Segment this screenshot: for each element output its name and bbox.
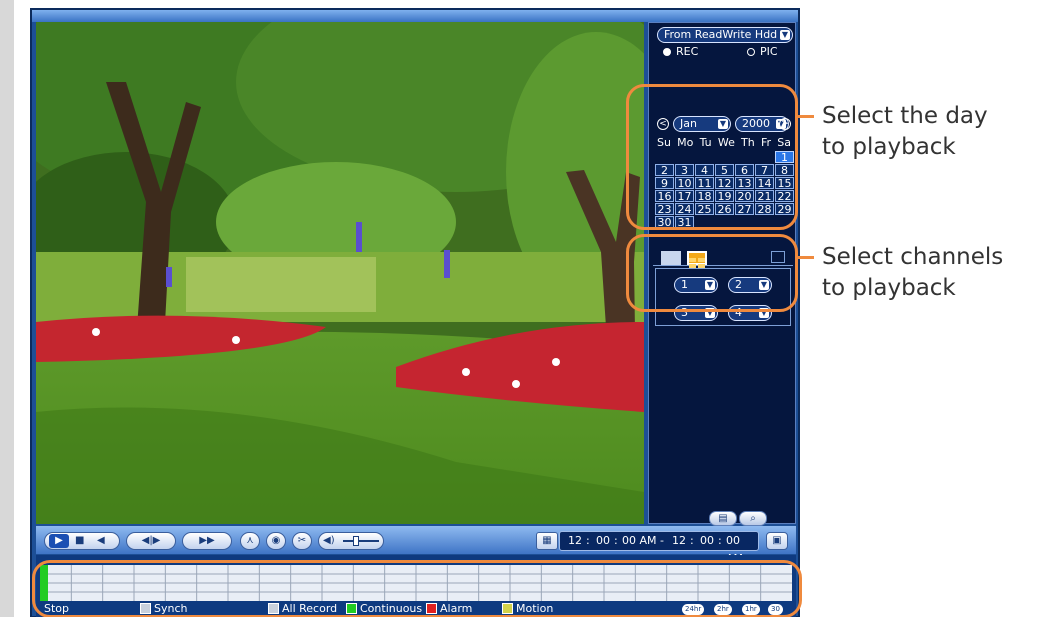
- time-sep: :: [586, 534, 590, 547]
- channels-callout-line1: Select channels: [822, 244, 1004, 270]
- clock-icon: ▦: [542, 535, 552, 546]
- rec-radio[interactable]: REC: [663, 45, 698, 58]
- time-sep: :: [614, 534, 618, 547]
- calendar-callout-text: Select the day to playback: [822, 101, 988, 163]
- backup-button[interactable]: ▣: [766, 532, 788, 550]
- start-second-ampm[interactable]: 00 AM: [622, 532, 657, 550]
- start-hour[interactable]: 12: [568, 532, 582, 550]
- scissors-icon: ✂: [297, 535, 307, 546]
- rec-label: REC: [676, 45, 699, 58]
- source-select[interactable]: From ReadWrite Hdd ▼: [657, 27, 793, 43]
- step-button[interactable]: ⋏: [240, 532, 260, 550]
- calendar-callout-line: [798, 115, 814, 118]
- play-stop-group: ▶ ■ ◀: [44, 532, 120, 550]
- channels-callout-line: [798, 256, 814, 259]
- radio-selected-icon: [663, 48, 671, 56]
- fast-forward-icon: ▶▶: [199, 535, 215, 546]
- playback-control-bar: ▶ ■ ◀ ◀|▶ ▶▶ ⋏ ◉ ✂ ◀) ▦ 12 : 00 : 00 AM …: [36, 526, 796, 565]
- reverse-play-icon[interactable]: ◀: [97, 533, 105, 549]
- video-viewport[interactable]: [36, 22, 644, 524]
- search-button[interactable]: ⌕: [739, 511, 767, 526]
- calendar-callout-line1: Select the day: [822, 103, 988, 129]
- range-sep: -: [660, 534, 664, 547]
- end-minute[interactable]: 00: [700, 532, 714, 550]
- calendar-callout-line2: to playback: [822, 134, 956, 160]
- time-search-button[interactable]: ▦: [536, 532, 558, 550]
- step-icon: ⋏: [246, 535, 254, 546]
- timeline-highlight: [32, 560, 802, 617]
- start-minute[interactable]: 00: [596, 532, 610, 550]
- clip-button[interactable]: ✂: [292, 532, 312, 550]
- slow-play-button[interactable]: ◀|▶: [126, 532, 176, 550]
- window-top-bar: [32, 10, 798, 22]
- list-icon: ▤: [718, 513, 728, 524]
- end-hour[interactable]: 12: [672, 532, 686, 550]
- source-select-value: From ReadWrite Hdd: [664, 28, 778, 41]
- chevron-down-icon: ▼: [780, 30, 790, 40]
- garden-scene-image: [36, 22, 644, 524]
- volume-thumb[interactable]: [353, 536, 359, 546]
- pic-radio[interactable]: PIC: [747, 45, 778, 58]
- list-button[interactable]: ▤: [709, 511, 737, 526]
- camera-icon: ◉: [271, 535, 281, 546]
- time-range-field[interactable]: 12 : 00 : 00 AM - 12 : 00 : 00 AM: [559, 531, 759, 565]
- stop-icon[interactable]: ■: [75, 533, 84, 549]
- channels-callout-text: Select channels to playback: [822, 242, 1003, 304]
- calendar-highlight: [626, 84, 798, 230]
- time-sep: :: [690, 534, 694, 547]
- play-icon[interactable]: ▶: [49, 534, 69, 548]
- slow-play-icon: ◀|▶: [141, 535, 161, 546]
- panel-action-buttons: ▤ ⌕: [709, 511, 771, 527]
- time-sep: :: [718, 534, 722, 547]
- save-icon: ▣: [772, 535, 782, 546]
- fast-play-button[interactable]: ▶▶: [182, 532, 232, 550]
- left-margin-strip: [0, 0, 14, 617]
- radio-unselected-icon: [747, 48, 755, 56]
- volume-track: [343, 540, 379, 542]
- search-icon: ⌕: [750, 513, 756, 524]
- screenshot-stage: From ReadWrite Hdd ▼ REC PIC < Jan ▼ 200…: [0, 0, 1045, 617]
- channels-highlight: [626, 234, 798, 312]
- pic-label: PIC: [760, 45, 778, 58]
- speaker-icon: ◀): [323, 535, 335, 546]
- snapshot-button[interactable]: ◉: [266, 532, 286, 550]
- volume-slider[interactable]: ◀): [318, 532, 384, 550]
- channels-callout-line2: to playback: [822, 275, 956, 301]
